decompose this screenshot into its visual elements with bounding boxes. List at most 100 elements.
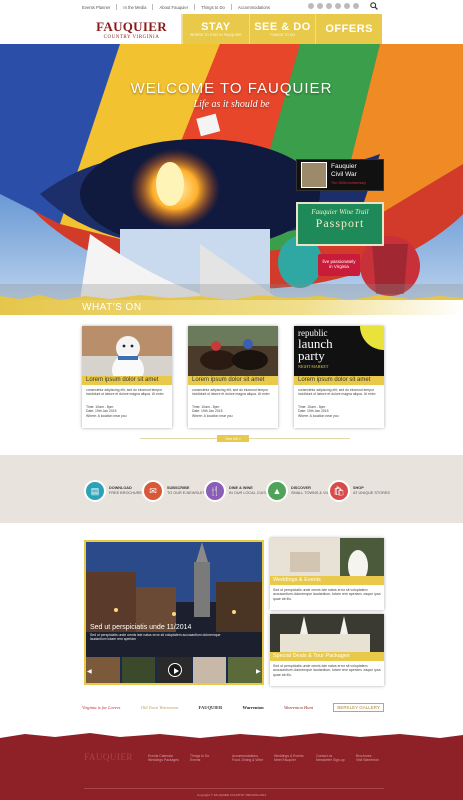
logo-subtitle: COUNTRY VIRGINIA [103, 34, 160, 40]
main-header: FAUQUIER COUNTRY VIRGINIA STAY WHERE TO … [82, 14, 383, 44]
quicklink-sub: FREE BROCHURES [109, 491, 145, 495]
dine-icon: 🍴 [204, 480, 226, 502]
search-icon[interactable] [370, 2, 378, 10]
event-card[interactable]: Lorem ipsum dolor sit amet consectetur a… [188, 326, 278, 428]
civil-war-promo[interactable]: Fauquier Civil War The 150th Anniversary [296, 159, 384, 191]
top-link-label: Accommodations [237, 4, 270, 10]
thumbnail[interactable] [121, 657, 156, 683]
poster-line: NIGHT MARKET [298, 364, 329, 369]
hero-title: WELCOME TO FAUQUIER [130, 80, 333, 97]
wine-trail-promo[interactable]: Fauquier Wine Trail Passport [296, 202, 384, 246]
section-title: WHAT'S ON [82, 302, 142, 313]
tab-label: SEE & DO [254, 21, 311, 33]
top-link-media[interactable]: In the Media [123, 4, 154, 10]
promo-small: The 150th Anniversary [331, 181, 367, 185]
footer-link[interactable]: Events [190, 758, 226, 762]
card-description: consectetur adipiscing elit, sed do eius… [86, 388, 164, 397]
footer-logo[interactable]: FAUQUIER [84, 752, 133, 762]
whats-on-banner: WHAT'S ON [0, 300, 463, 315]
play-icon[interactable] [168, 663, 182, 677]
footer-link[interactable]: Newsletter Sign-up [316, 758, 352, 762]
top-link-about[interactable]: About Fauquier [159, 4, 196, 10]
promo-line: Civil War [331, 171, 357, 178]
rss-icon[interactable] [353, 3, 359, 9]
quicklink-download[interactable]: ▤ DOWNLOAD FREE BROCHURES [84, 479, 144, 503]
card-meta: Time: 10am - 5pm Date: 19th Jan 2015 Whe… [192, 405, 274, 418]
footer-link[interactable]: Visit Warrenton [356, 758, 392, 762]
promo-line: Passport [315, 216, 365, 230]
event-card[interactable]: Lorem ipsum dolor sit amet consectetur a… [82, 326, 172, 428]
see-all-button[interactable]: See All » [217, 435, 249, 442]
card-description: consectetur adipiscing elit, sed do eius… [298, 388, 376, 397]
promo-line: in Virginia [329, 264, 349, 269]
site-logo[interactable]: FAUQUIER COUNTRY VIRGINIA [82, 14, 182, 44]
divider [84, 788, 384, 789]
footer-link[interactable]: Food, Dining & Wine [232, 758, 268, 762]
card-description: consectetur adipiscing elit, sed do eius… [192, 388, 270, 397]
footer-column: Weddings & Events Meet Fauquier [274, 754, 310, 762]
top-link-label: Things to Do [201, 4, 225, 10]
social-links [308, 3, 359, 9]
footer-column: Accommodations Food, Dining & Wine [232, 754, 268, 762]
feature-description: Sed ut perspiciatis unde omnis iste natu… [273, 588, 381, 601]
virginia-promo[interactable]: live passionately in Virginia [318, 254, 360, 276]
hero-banner: WELCOME TO FAUQUIER Life as it should be… [0, 44, 463, 300]
tab-label: STAY [201, 21, 231, 33]
event-card[interactable]: republic launch party NIGHT MARKET Lorem… [294, 326, 384, 428]
tab-offers[interactable]: OFFERS [315, 14, 383, 44]
partner-logo[interactable]: FAUQUIER [199, 705, 223, 710]
card-meta: Time: 10am - 5pm Date: 19th Jan 2015 Whe… [86, 405, 168, 418]
twitter-icon[interactable] [317, 3, 323, 9]
poster-line: party [298, 348, 325, 363]
card-location: Where: A location near you [298, 413, 339, 418]
footer-link[interactable]: Meet Fauquier [274, 758, 310, 762]
quicklink-shop[interactable]: 🛍 SHOP AT UNIQUE STORES [328, 479, 390, 503]
partner-logos: Virginia is for Lovers Old Town Warrento… [82, 698, 384, 716]
chevron-left-icon[interactable]: ◀ [87, 668, 92, 676]
divider [152, 4, 154, 10]
event-cards: Lorem ipsum dolor sit amet consectetur a… [82, 326, 384, 428]
card-location: Where: A location near you [192, 413, 233, 418]
card-meta: Time: 10am - 5pm Date: 19th Jan 2015 Whe… [298, 405, 380, 418]
thumbnail[interactable] [192, 657, 227, 683]
facebook-icon[interactable] [308, 3, 314, 9]
divider [194, 4, 196, 10]
footer-column: Events Calendar Weddings Packages [148, 754, 184, 762]
card-title: Lorem ipsum dolor sit amet [82, 376, 172, 385]
top-link-label: Events Planner [82, 4, 111, 10]
youtube-icon[interactable] [335, 3, 341, 9]
deals-feature[interactable]: Special Deals & Tour Packages Sed ut per… [270, 614, 384, 686]
site-footer: FAUQUIER Events Calendar Weddings Package… [0, 733, 463, 800]
civil-war-text: Fauquier Civil War The 150th Anniversary [331, 163, 366, 187]
top-link-events-planner[interactable]: Events Planner [82, 4, 118, 10]
tab-see-do[interactable]: SEE & DO THINGS TO DO [248, 14, 316, 44]
google-plus-icon[interactable] [344, 3, 350, 9]
launch-party-image: republic launch party NIGHT MARKET [294, 326, 384, 382]
footer-column: Things to Do Events [190, 754, 226, 762]
top-link-label: About Fauquier [159, 4, 189, 10]
feature-title: Special Deals & Tour Packages [270, 652, 384, 661]
footer-column: Contact us Newsletter Sign-up [316, 754, 352, 762]
slider-description: Sed ut perspiciatis unde omnis iste natu… [90, 633, 221, 642]
quicklink-dine-wine[interactable]: 🍴 DINE & WINE IN OUR LOCAL CUISINE [204, 479, 272, 503]
quicklink-sub: AT UNIQUE STORES [353, 491, 390, 495]
partner-logo[interactable]: BERKLEY GALLERY [333, 702, 384, 712]
featured-slider[interactable]: Sed ut perspiciatis unde 11/2014 Sed ut … [84, 540, 264, 685]
weddings-feature[interactable]: Weddings & Events Sed ut perspiciatis un… [270, 538, 384, 610]
quicklink-text: SHOP AT UNIQUE STORES [353, 486, 390, 495]
tumblr-icon[interactable] [326, 3, 332, 9]
map-icon: ▲ [266, 480, 288, 502]
snowman-image [82, 326, 172, 382]
partner-logo[interactable]: Virginia is for Lovers [82, 705, 120, 710]
chevron-right-icon[interactable]: ▶ [256, 668, 261, 676]
top-link-accommodations[interactable]: Accommodations [238, 5, 270, 10]
divider [230, 4, 232, 10]
partner-logo[interactable]: Old Town Warrenton [141, 705, 179, 710]
top-link-things[interactable]: Things to Do [201, 4, 232, 10]
footer-link[interactable]: Weddings Packages [148, 758, 184, 762]
partner-logo[interactable]: Warrenton Hunt [284, 705, 313, 710]
quicklink-subscribe[interactable]: ✉ SUBSCRIBE TO OUR E-NEWSLETTER [142, 479, 213, 503]
partner-logo[interactable]: Warrenton [243, 705, 264, 710]
shop-icon: 🛍 [328, 480, 350, 502]
tab-stay[interactable]: STAY WHERE TO STAY IN FAUQUIER [182, 14, 249, 44]
